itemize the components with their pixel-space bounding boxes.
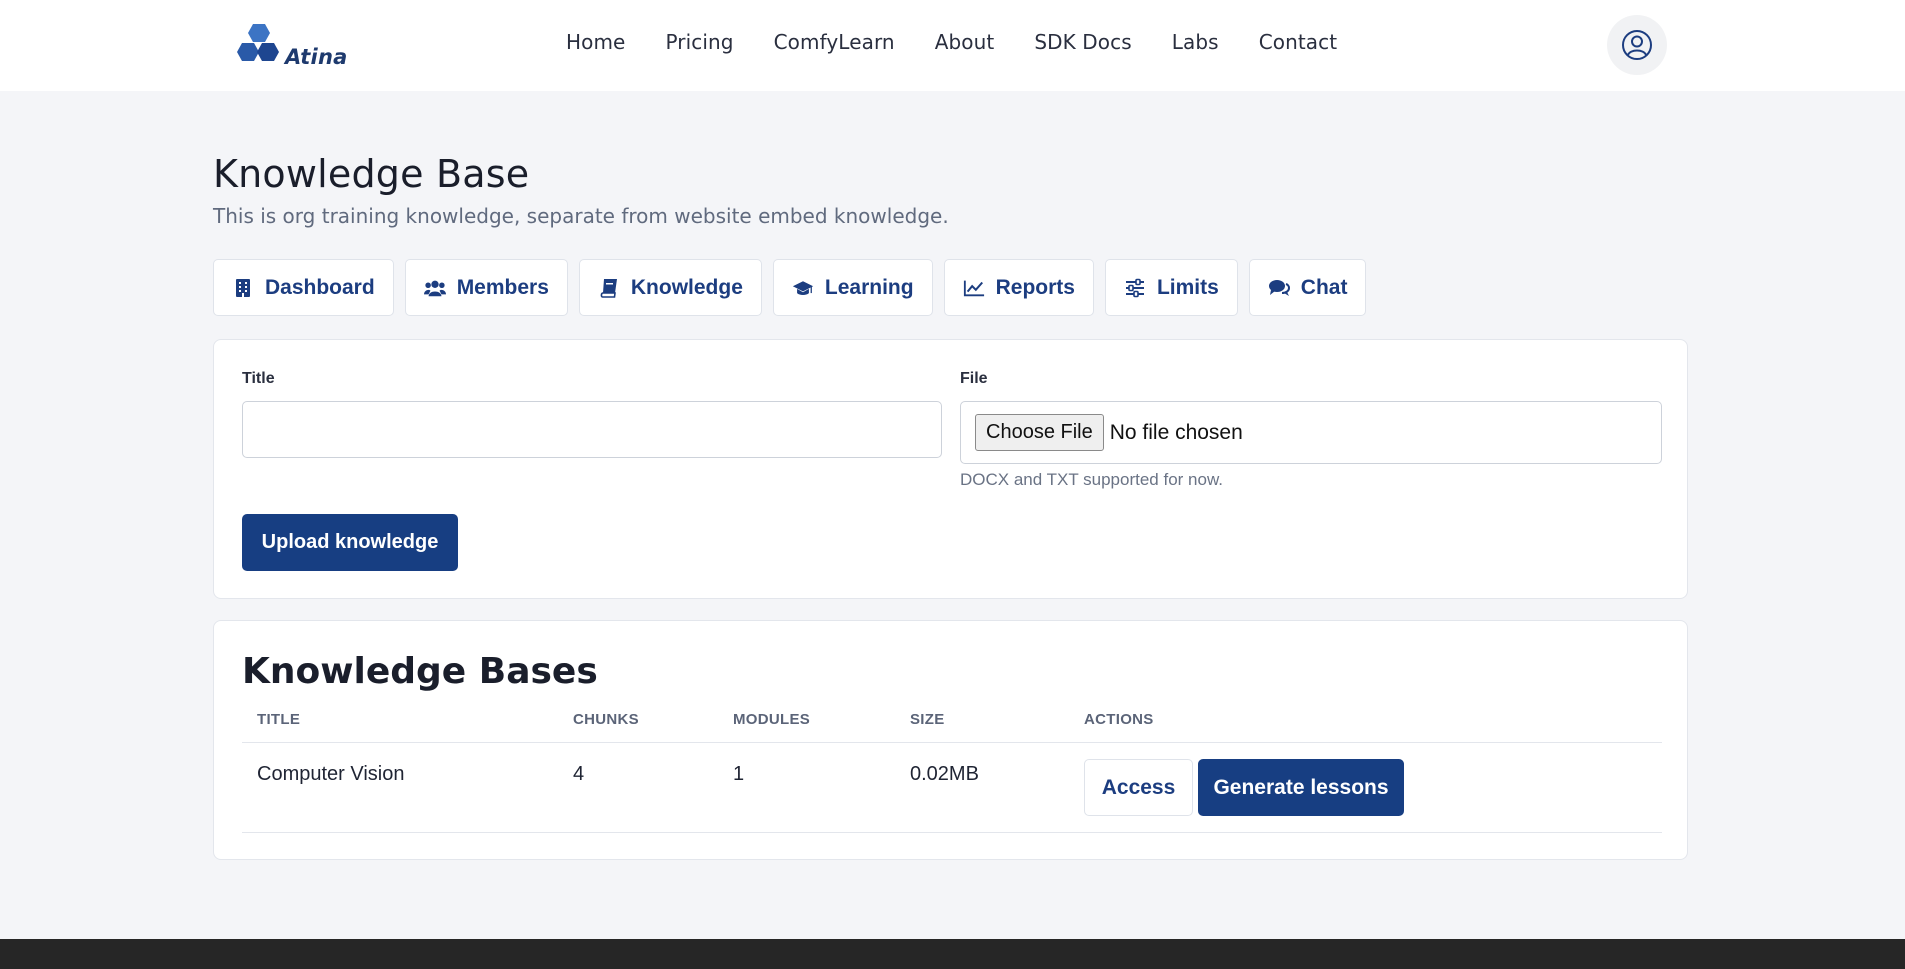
column-header-actions: ACTIONS [1084, 711, 1154, 728]
page-title: Knowledge Base [213, 152, 530, 196]
column-header-modules: MODULES [733, 711, 811, 728]
graduation-cap-icon [792, 277, 814, 299]
tab-learning[interactable]: Learning [772, 259, 933, 316]
column-header-size: SIZE [910, 711, 945, 728]
brand-logo[interactable]: Atina [233, 22, 347, 70]
tab-limits[interactable]: Limits [1104, 259, 1238, 316]
title-input[interactable] [242, 401, 942, 458]
tab-knowledge[interactable]: Knowledge [578, 259, 762, 316]
section-tabs: Dashboard Members Knowledge Learning Rep… [213, 259, 1377, 316]
generate-lessons-button[interactable]: Generate lessons [1198, 759, 1404, 816]
tab-label: Limits [1156, 275, 1219, 299]
tab-label: Reports [995, 275, 1075, 299]
line-chart-icon [963, 277, 985, 299]
tab-members[interactable]: Members [404, 259, 568, 316]
upload-knowledge-button[interactable]: Upload knowledge [242, 514, 458, 571]
page-footer [0, 939, 1905, 969]
nav-comfylearn[interactable]: ComfyLearn [774, 30, 895, 54]
building-icon [232, 277, 254, 299]
nav-labs[interactable]: Labs [1172, 30, 1219, 54]
nav-home[interactable]: Home [566, 30, 625, 54]
table-row: Computer Vision 4 1 0.02MB Access Genera… [242, 743, 1662, 833]
sliders-icon [1124, 277, 1146, 299]
nav-pricing[interactable]: Pricing [665, 30, 733, 54]
file-input[interactable]: Choose File No file chosen [960, 401, 1662, 464]
logo-hexagons-icon [237, 24, 279, 61]
title-field-label: Title [242, 370, 275, 387]
row-title: Computer Vision [257, 763, 405, 785]
access-button[interactable]: Access [1084, 759, 1193, 816]
tab-label: Chat [1300, 275, 1348, 299]
main-nav: Home Pricing ComfyLearn About SDK Docs L… [566, 30, 1377, 54]
tab-label: Members [456, 275, 549, 299]
knowledge-bases-title: Knowledge Bases [242, 651, 598, 692]
file-status-text: No file chosen [1109, 420, 1243, 444]
file-field-label: File [960, 370, 988, 387]
users-icon [423, 277, 446, 299]
tab-label: Dashboard [265, 275, 375, 299]
table-header: TITLE CHUNKS MODULES SIZE ACTIONS [242, 703, 1662, 743]
page-subtitle: This is org training knowledge, separate… [213, 204, 949, 228]
comments-icon [1268, 277, 1290, 299]
upload-knowledge-card: Title File Choose File No file chosen DO… [213, 339, 1688, 599]
nav-about[interactable]: About [935, 30, 995, 54]
tab-label: Learning [824, 275, 914, 299]
row-chunks: 4 [573, 763, 585, 785]
column-header-chunks: CHUNKS [573, 711, 639, 728]
top-navbar: Atina Home Pricing ComfyLearn About SDK … [0, 0, 1905, 91]
user-avatar-icon [1622, 30, 1652, 60]
nav-sdk-docs[interactable]: SDK Docs [1034, 30, 1131, 54]
tab-reports[interactable]: Reports [943, 259, 1094, 316]
brand-name: Atina [285, 45, 348, 69]
tab-label: Knowledge [630, 275, 743, 299]
row-size: 0.02MB [910, 763, 979, 785]
tab-chat[interactable]: Chat [1248, 259, 1367, 316]
user-menu-button[interactable] [1607, 15, 1667, 75]
knowledge-bases-card: Knowledge Bases TITLE CHUNKS MODULES SIZ… [213, 620, 1688, 860]
tab-dashboard[interactable]: Dashboard [213, 259, 394, 316]
row-modules: 1 [733, 763, 745, 785]
column-header-title: TITLE [257, 711, 301, 728]
choose-file-button[interactable]: Choose File [975, 414, 1104, 451]
file-help-text: DOCX and TXT supported for now. [960, 470, 1224, 489]
nav-contact[interactable]: Contact [1259, 30, 1338, 54]
book-icon [598, 277, 620, 299]
